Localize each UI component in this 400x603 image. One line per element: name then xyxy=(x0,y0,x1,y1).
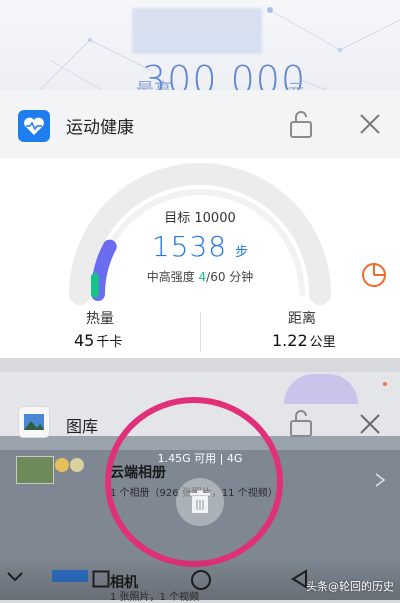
distance-number: 1.22 xyxy=(272,331,308,350)
back-icon[interactable] xyxy=(6,570,24,584)
steps-unit: 步 xyxy=(235,245,249,260)
health-app-card[interactable]: 运动健康 目标 10000 1538 步 中高强度 4/60 分钟 热量 45 千… xyxy=(0,90,400,358)
home-icon[interactable] xyxy=(190,569,212,591)
face-icon xyxy=(70,458,84,472)
calories-unit: 千卡 xyxy=(96,335,123,350)
step-count: 1538 步 xyxy=(0,230,400,263)
gallery-app-title: 图库 xyxy=(66,417,99,436)
gallery-app-icon xyxy=(18,406,50,438)
distance-value: 1.22 公里 xyxy=(272,331,336,350)
chevron-right-icon[interactable] xyxy=(374,472,386,488)
watermark-text: 头条@轮回的历史 xyxy=(306,580,394,593)
intensity-minutes: 中高强度 4/60 分钟 xyxy=(0,268,400,285)
health-app-title: 运动健康 xyxy=(66,118,134,138)
intensity-prefix: 中高强度 xyxy=(146,270,199,284)
notification-dot xyxy=(383,382,387,386)
step-goal: 目标 10000 xyxy=(164,211,236,226)
memory-status: 1.45G 可用 | 4G xyxy=(157,452,243,465)
distance-label: 距离 xyxy=(288,311,316,327)
close-icon-gallery[interactable] xyxy=(358,412,382,436)
intensity-done: 4 xyxy=(198,270,207,284)
distance-unit: 公里 xyxy=(309,335,336,350)
trash-icon xyxy=(190,490,210,513)
intensity-suffix: /60 分钟 xyxy=(206,270,254,284)
calories-label: 热量 xyxy=(86,311,114,327)
calories-number: 45 xyxy=(74,331,95,350)
stats-divider xyxy=(200,312,201,352)
calories-value: 45 千卡 xyxy=(74,331,122,350)
square-icon[interactable] xyxy=(92,570,110,588)
close-icon[interactable] xyxy=(358,112,382,136)
unlock-icon-gallery[interactable] xyxy=(287,408,315,438)
unlock-icon[interactable] xyxy=(287,109,315,139)
pie-chart-icon[interactable] xyxy=(361,262,387,288)
face-icon xyxy=(55,458,69,472)
steps-value: 1538 xyxy=(151,230,228,263)
album-thumbnail xyxy=(16,456,54,484)
health-card-header: 运动健康 xyxy=(0,90,400,158)
clear-all-button[interactable] xyxy=(176,478,224,526)
health-app-icon xyxy=(18,110,50,142)
